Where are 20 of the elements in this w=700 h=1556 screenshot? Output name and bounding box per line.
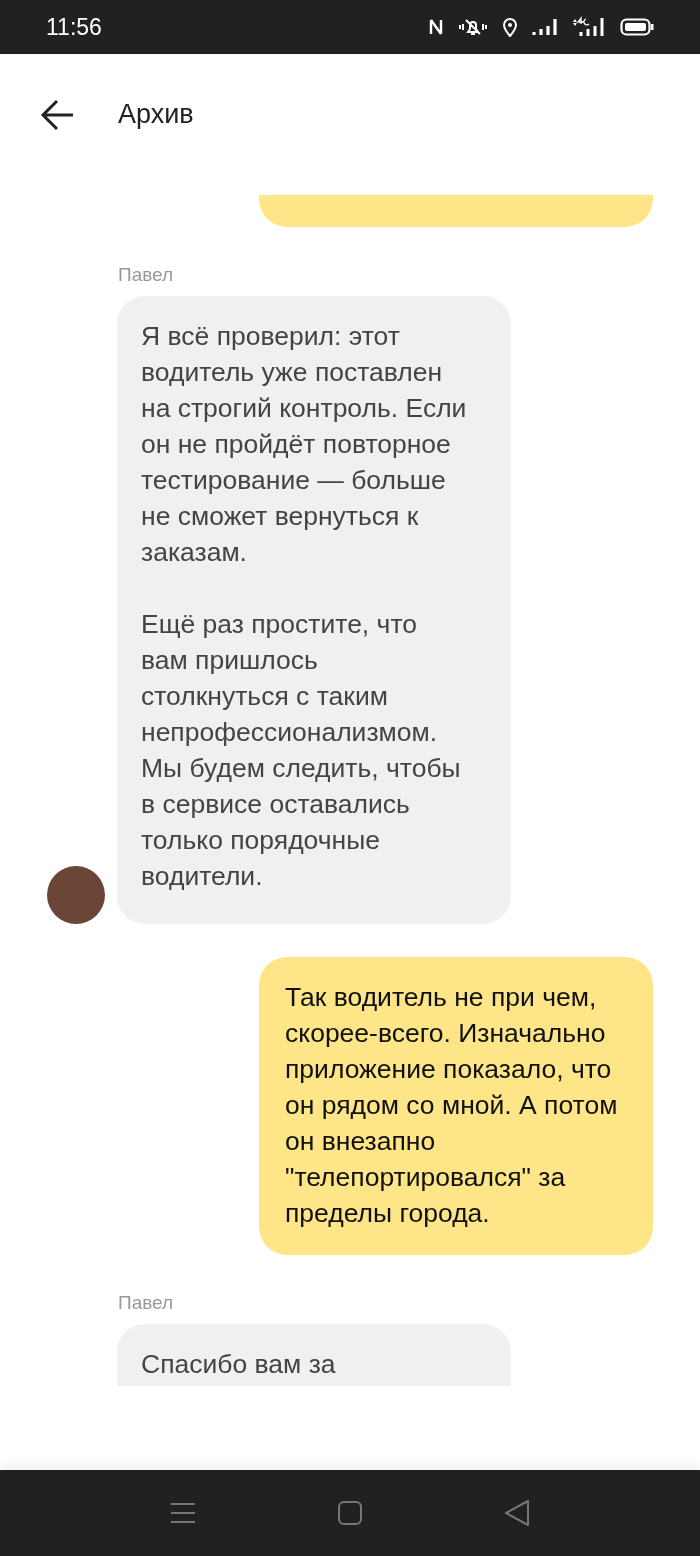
square-icon <box>338 1501 362 1525</box>
battery-icon <box>620 17 654 37</box>
menu-button[interactable] <box>170 1502 196 1524</box>
page-title: Архив <box>118 99 194 130</box>
sender-name: Павел <box>118 1292 174 1314</box>
muted-bell-icon <box>458 17 488 37</box>
message-text: Ещё раз простите, что вам пришлось столкнуться с таким непрофессионализмом. Мы будем следить, чтобы в сервисе оставались только порядочные водители. <box>141 608 462 893</box>
signal-icon <box>532 17 558 37</box>
message-text: Я всё проверил: этот водитель уже поставлен на строгий контроль. Если он не пройдёт повторное тестирование — больше не сможет вернуться к заказам. <box>141 320 467 569</box>
location-icon <box>502 17 518 37</box>
back-nav-button[interactable] <box>504 1499 530 1527</box>
triangle-back-icon <box>504 1499 530 1527</box>
menu-icon <box>170 1502 196 1524</box>
message-text: Так водитель не при чем, скорее-всего. Изначально приложение показало, что он рядом со мной. А потом он внезапно "телепортировался" за пределы города. <box>285 981 619 1230</box>
4g-signal-icon <box>572 16 606 38</box>
status-time: 11:56 <box>46 13 102 41</box>
nfc-icon <box>428 17 444 37</box>
message-text: Спасибо вам за <box>141 1348 337 1381</box>
sender-name: Павел <box>118 264 174 286</box>
home-button[interactable] <box>338 1501 362 1525</box>
